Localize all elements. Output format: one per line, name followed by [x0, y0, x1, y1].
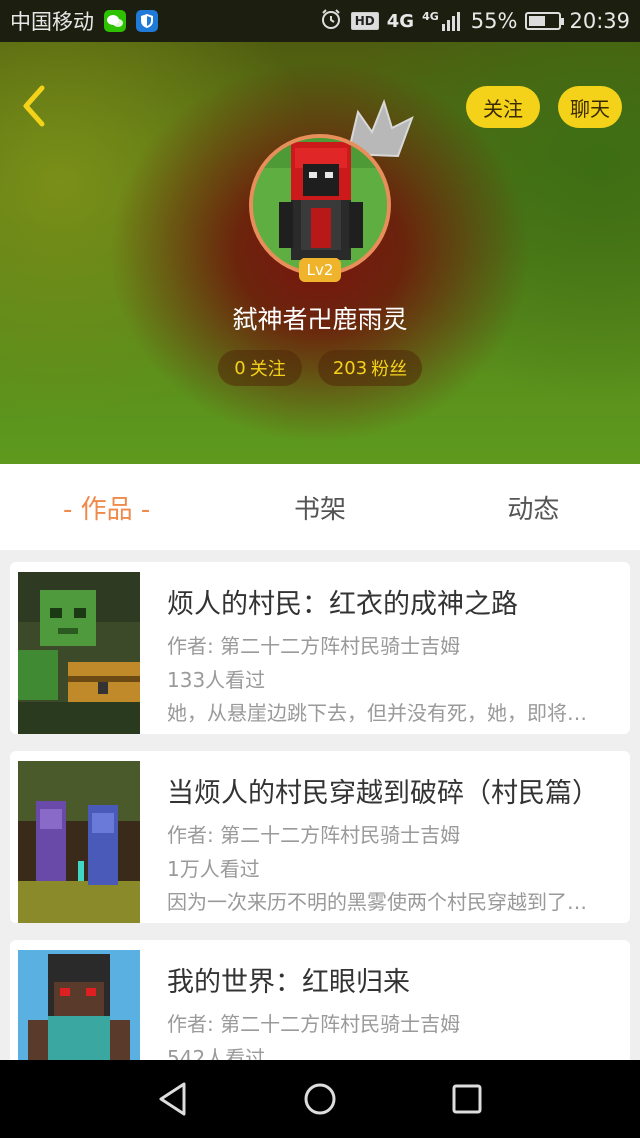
work-views: 1万人看过: [167, 857, 260, 881]
signal-icon: 4G: [422, 10, 463, 32]
work-author: 作者: 第二十二方阵村民骑士吉姆: [167, 1012, 461, 1036]
network-label: 4G: [386, 10, 415, 32]
list-item[interactable]: 烦人的村民：红衣的成神之路 作者: 第二十二方阵村民骑士吉姆 133人看过 她，…: [10, 562, 630, 734]
works-list: 烦人的村民：红衣的成神之路 作者: 第二十二方阵村民骑士吉姆 133人看过 她，…: [0, 552, 640, 1060]
carrier-label: 中国移动: [10, 10, 94, 34]
book-cover: [18, 572, 140, 734]
work-description: 她，从悬崖边跳下去，但并没有死，她，即将…: [167, 701, 587, 725]
work-description: 因为一次来历不明的黑雾使两个村民穿越到了…: [167, 890, 587, 914]
recents-nav-button[interactable]: [447, 1079, 487, 1119]
fans-stat[interactable]: 203 粉丝: [318, 350, 422, 386]
list-item[interactable]: 当烦人的村民穿越到破碎（村民篇） 作者: 第二十二方阵村民骑士吉姆 1万人看过 …: [10, 751, 630, 923]
work-views: 542人看过: [167, 1046, 266, 1060]
following-count: 0: [234, 357, 246, 379]
system-nav-bar: [0, 1060, 640, 1138]
chevron-left-icon: [23, 85, 45, 127]
hd-icon: HD: [350, 12, 379, 30]
book-cover: [18, 950, 140, 1060]
status-bar: 中国移动 HD 4G 4G 55% 20:39: [0, 0, 640, 42]
avatar-image: [253, 138, 387, 272]
fans-count: 203: [332, 357, 368, 379]
level-badge: Lv2: [299, 258, 341, 282]
work-title: 我的世界：红眼归来: [167, 967, 410, 998]
circle-home-icon: [304, 1083, 336, 1115]
follow-button[interactable]: 关注: [466, 86, 540, 128]
fans-label: 粉丝: [371, 359, 408, 380]
following-stat[interactable]: 0 关注: [218, 350, 302, 386]
wechat-icon: [104, 10, 126, 32]
chat-button[interactable]: 聊天: [558, 86, 622, 128]
battery-percent: 55%: [470, 9, 518, 33]
following-label: 关注: [249, 359, 286, 380]
alarm-icon: [319, 7, 343, 36]
tab-bookshelf[interactable]: 书架: [213, 489, 426, 526]
work-author: 作者: 第二十二方阵村民骑士吉姆: [167, 823, 461, 847]
network-small-label: 4G: [422, 10, 439, 23]
avatar[interactable]: [249, 134, 391, 276]
work-views: 133人看过: [167, 668, 266, 692]
back-nav-button[interactable]: [153, 1079, 193, 1119]
work-title: 当烦人的村民穿越到破碎（村民篇）: [167, 778, 599, 809]
list-item[interactable]: 我的世界：红眼归来 作者: 第二十二方阵村民骑士吉姆 542人看过: [10, 940, 630, 1060]
tab-activity[interactable]: 动态: [427, 489, 640, 526]
book-cover: [18, 761, 140, 923]
triangle-back-icon: [159, 1082, 186, 1116]
work-title: 烦人的村民：红衣的成神之路: [167, 589, 518, 620]
battery-icon: [525, 12, 565, 30]
clock: 20:39: [569, 9, 630, 33]
work-author: 作者: 第二十二方阵村民骑士吉姆: [167, 634, 461, 658]
shield-icon: [136, 10, 158, 32]
profile-header: 关注 聊天 Lv2 弑神者卍鹿雨灵 0 关注 203 粉丝: [0, 42, 640, 464]
tab-works[interactable]: - 作品 -: [0, 489, 213, 526]
home-nav-button[interactable]: [300, 1079, 340, 1119]
back-button[interactable]: [16, 82, 56, 130]
square-recents-icon: [452, 1084, 482, 1114]
username: 弑神者卍鹿雨灵: [232, 305, 408, 334]
tab-bar: - 作品 - 书架 动态: [0, 464, 640, 550]
